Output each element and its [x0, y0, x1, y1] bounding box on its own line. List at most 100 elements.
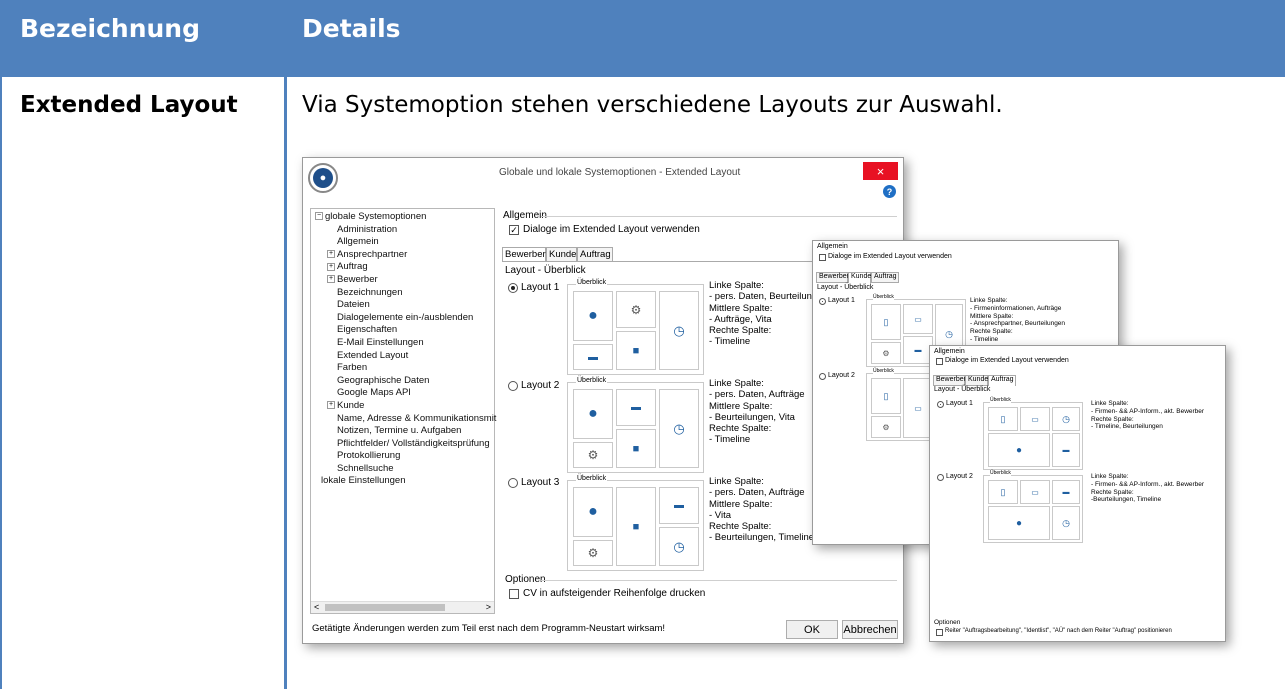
scroll-left-button[interactable]: < [314, 602, 319, 612]
tree-item[interactable]: Dialogelemente ein-/ausblenden [315, 312, 496, 325]
tree-item[interactable]: Administration [315, 224, 496, 237]
tree-item-label: Bezeichnungen [337, 286, 403, 298]
tree-item[interactable]: + Auftrag [315, 261, 496, 274]
extended-layout-checkbox-label: Dialoge im Extended Layout verwenden [523, 224, 700, 235]
tree-item[interactable]: Dateien [315, 299, 496, 312]
layout-2-radio[interactable] [508, 381, 518, 391]
auftrag-layout-2-description: Linke Spalte: - Firmen- && AP-Inform., a… [1091, 473, 1204, 504]
cv-order-checkbox[interactable] [509, 589, 519, 599]
tree-item[interactable]: Schnellsuche [315, 463, 496, 476]
table-left-border [0, 77, 2, 689]
tree-item[interactable]: Bezeichnungen [315, 287, 496, 300]
tree-item-label: Google Maps API [337, 387, 411, 399]
extended-layout-checkbox[interactable] [936, 358, 943, 365]
options-tree[interactable]: − globale Systemoptionen Administration All… [310, 208, 496, 614]
layout-3-label: Layout 3 [521, 477, 560, 488]
expand-icon[interactable]: + [327, 250, 335, 259]
layout-1-radio[interactable] [819, 298, 826, 305]
tree-item[interactable]: Google Maps API [315, 387, 496, 400]
tab-auftrag[interactable]: Auftrag [988, 375, 1016, 386]
tree-item[interactable]: Geographische Daten [315, 375, 496, 388]
help-icon[interactable]: ? [883, 185, 896, 198]
tab-auftrag[interactable]: Auftrag [871, 272, 899, 283]
tree-item[interactable]: Extended Layout [315, 350, 496, 363]
description-line: Linke Spalte: [970, 297, 1008, 304]
expand-icon[interactable]: + [327, 401, 335, 410]
tab-bewerber[interactable]: Bewerber [502, 247, 546, 262]
tree-item[interactable]: + Ansprechpartner [315, 249, 496, 262]
layout-2-label: Layout 2 [946, 473, 973, 480]
expand-icon[interactable]: + [327, 275, 335, 284]
tab-kunde[interactable]: Kunde [546, 247, 577, 262]
collapse-icon[interactable]: − [315, 212, 323, 221]
overview-label: Überblick [990, 470, 1011, 477]
overview-label: Überblick [873, 294, 894, 301]
tree-item-label: Bewerber [337, 273, 378, 285]
description-line: Mittlere Spalte: [709, 498, 773, 510]
chat-icon: ▬ [659, 487, 699, 524]
layout-2-preview: Überblick ▯ ▭ ▬ ● ◷ [983, 470, 1083, 543]
layout-3-radio[interactable] [508, 478, 518, 488]
person-icon: ● [988, 506, 1050, 540]
tab-bewerber[interactable]: Bewerber [816, 272, 849, 283]
horizontal-scrollbar[interactable]: < > [311, 601, 494, 613]
group-optionen-label: Optionen [505, 574, 546, 585]
layout-2-radio[interactable] [937, 474, 944, 481]
tree-item[interactable]: E-Mail Einstellungen [315, 337, 496, 350]
kunde-description: Linke Spalte: - Firmeninformationen, Auf… [970, 297, 1065, 344]
tree-item[interactable]: Pflichtfelder/ Vollständigkeitsprüfung [315, 438, 496, 451]
description-line: Rechte Spalte: [709, 325, 772, 337]
ok-button[interactable]: OK [786, 620, 838, 639]
tab-auftrag[interactable]: Auftrag [577, 247, 613, 262]
tree-item[interactable]: Allgemein [315, 236, 496, 249]
extended-layout-checkbox-label: Dialoge im Extended Layout verwenden [828, 253, 952, 260]
scroll-thumb[interactable] [325, 604, 445, 611]
contact-card-icon: ▭ [1020, 480, 1050, 504]
description-line: Rechte Spalte: [970, 328, 1013, 336]
contact-card-icon: ▭ [1020, 407, 1050, 431]
tree-item[interactable]: + Kunde [315, 400, 496, 413]
description-line: Mittlere Spalte: [709, 400, 773, 412]
gears-icon: ⚙ [871, 416, 901, 438]
tab-bewerber[interactable]: Bewerber [933, 375, 966, 386]
tab-order-checkbox[interactable] [936, 629, 943, 636]
dialog-title: Globale und lokale Systemoptionen - Exte… [499, 167, 741, 178]
tree-item[interactable]: Eigenschaften [315, 324, 496, 337]
extended-layout-checkbox[interactable] [819, 254, 826, 261]
extended-layout-checkbox[interactable]: ✓ [509, 225, 519, 235]
chat-icon: ▬ [573, 344, 613, 370]
tree-item-label: Ansprechpartner [337, 248, 408, 260]
layout-1-label: Layout 1 [521, 282, 560, 293]
description-line: -Beurteilungen, Timeline [1091, 496, 1162, 504]
description-line: Rechte Spalte: [709, 423, 772, 435]
tree-item[interactable]: lokale Einstellungen [315, 475, 496, 488]
description-line: - Timeline [970, 335, 999, 343]
tab-kunde[interactable]: Kunde [965, 375, 988, 386]
briefcase-icon: ■ [616, 331, 656, 370]
tree-item[interactable]: Notizen, Termine u. Aufgaben [315, 425, 496, 438]
scroll-right-button[interactable]: > [486, 602, 491, 612]
layout-2-radio[interactable] [819, 373, 826, 380]
description-line: Rechte Spalte: [709, 521, 772, 533]
tree-item[interactable]: + Bewerber [315, 274, 496, 287]
description-line: Mittlere Spalte: [970, 312, 1014, 320]
description-line: - Timeline [709, 336, 751, 348]
building-icon: ▯ [871, 378, 901, 414]
cancel-button[interactable]: Abbrechen [842, 620, 898, 639]
layout-1-radio[interactable] [937, 401, 944, 408]
chat-icon: ▬ [1052, 480, 1080, 504]
tab-kunde[interactable]: Kunde [848, 272, 871, 283]
layout-1-radio[interactable] [508, 283, 518, 293]
expand-icon[interactable]: + [327, 262, 335, 271]
row-intro-text: Via Systemoption stehen verschiedene Lay… [302, 92, 1003, 118]
close-button[interactable]: × [863, 162, 898, 180]
tree-item[interactable]: Name, Adresse & Kommunikationsmit [315, 413, 496, 426]
tree-item[interactable]: − globale Systemoptionen [315, 211, 496, 224]
tree-item-label: Allgemein [337, 236, 379, 248]
tree-item[interactable]: Farben [315, 362, 496, 375]
description-line: - Timeline, Beurteilungen [1091, 423, 1163, 431]
timeline-icon: ◷ [659, 527, 699, 566]
description-line: Linke Spalte: [1091, 400, 1129, 407]
tree-item[interactable]: Protokollierung [315, 450, 496, 463]
timeline-icon: ◷ [659, 291, 699, 370]
